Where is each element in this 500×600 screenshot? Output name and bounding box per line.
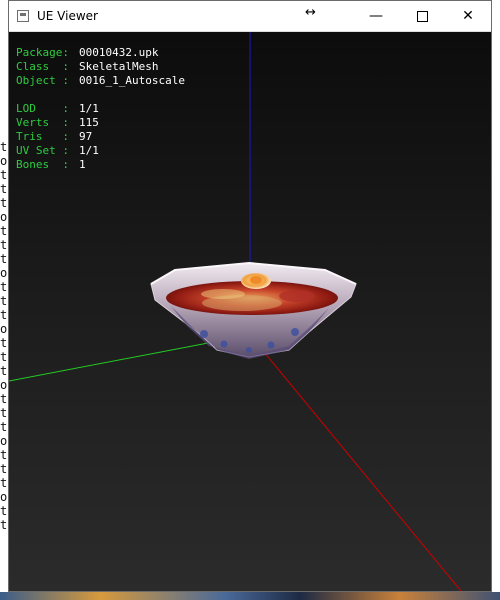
- info-row-package: Package: 00010432.upk: [16, 46, 185, 60]
- minimize-button[interactable]: —: [353, 1, 399, 31]
- info-value: 1: [79, 158, 86, 171]
- info-value: SkeletalMesh: [79, 60, 159, 73]
- info-label: Class :: [16, 60, 69, 73]
- info-value: 97: [79, 130, 93, 143]
- mesh-info-panel: Package: 00010432.upk Class : SkeletalMesh…: [16, 46, 185, 172]
- info-value: 1/1: [79, 144, 99, 157]
- noodle-bowl-mesh: [150, 261, 357, 359]
- desktop-background-strip: [0, 592, 500, 600]
- info-label: Bones :: [16, 158, 69, 171]
- info-row-tris: Tris : 97: [16, 130, 185, 144]
- info-value: 1/1: [79, 102, 99, 115]
- info-row-bones: Bones : 1: [16, 158, 185, 172]
- info-label: Package:: [16, 46, 69, 59]
- info-label: Object :: [16, 74, 69, 87]
- info-label: UV Set :: [16, 144, 69, 157]
- info-row-object: Object : 0016_1_Autoscale: [16, 74, 185, 88]
- maximize-button[interactable]: [399, 1, 445, 31]
- close-icon: ✕: [462, 8, 474, 24]
- ue-viewer-window[interactable]: UE Viewer ↔ — ✕ Package: 00010432.upk Cl…: [8, 0, 492, 592]
- info-row-class: Class : SkeletalMesh: [16, 60, 185, 74]
- resize-arrows-icon: ↔: [305, 5, 316, 20]
- info-row-lod: LOD : 1/1: [16, 102, 185, 116]
- info-label: LOD :: [16, 102, 69, 115]
- close-button[interactable]: ✕: [445, 1, 491, 31]
- info-label: Tris :: [16, 130, 69, 143]
- app-icon[interactable]: [17, 10, 29, 22]
- info-value: 0016_1_Autoscale: [79, 74, 185, 87]
- 3d-viewport[interactable]: Package: 00010432.upk Class : SkeletalMesh…: [9, 32, 491, 591]
- info-row-uvset: UV Set : 1/1: [16, 144, 185, 158]
- minimize-icon: —: [369, 8, 383, 24]
- info-value: 00010432.upk: [79, 46, 159, 59]
- title-bar[interactable]: UE Viewer ↔ — ✕: [9, 1, 491, 32]
- info-row-verts: Verts : 115: [16, 116, 185, 130]
- x-axis-line: [249, 334, 462, 591]
- maximize-icon: [416, 10, 428, 22]
- window-title: UE Viewer: [37, 9, 98, 23]
- info-label: Verts :: [16, 116, 69, 129]
- info-value: 115: [79, 116, 99, 129]
